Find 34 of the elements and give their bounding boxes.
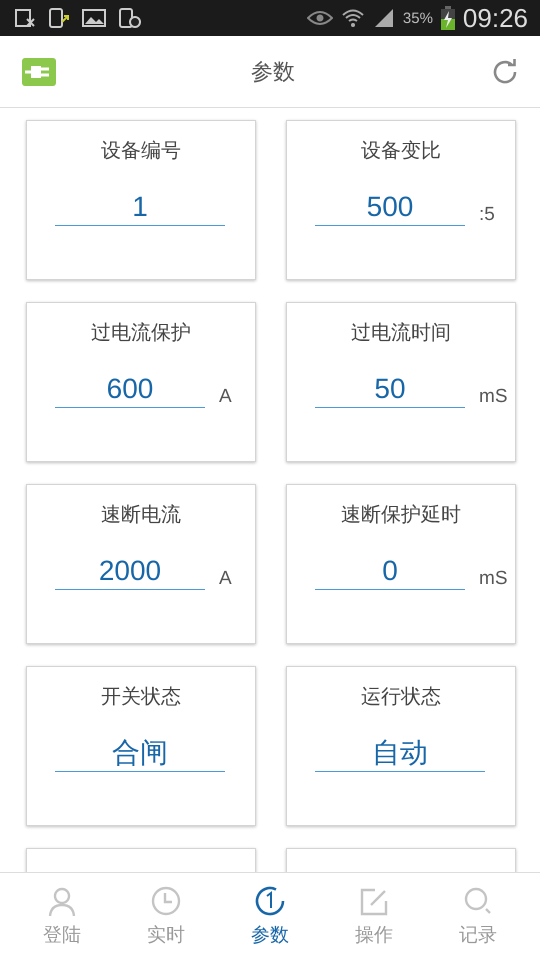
unit-label: :5: [479, 204, 495, 226]
parameter-label: 速断保护延时: [341, 501, 461, 528]
signal-icon: [372, 8, 395, 28]
value-field[interactable]: 50: [315, 373, 465, 408]
wifi-icon: [340, 8, 365, 28]
parameter-label: 过电流时间: [351, 319, 451, 346]
value-field[interactable]: 600: [55, 373, 205, 408]
value-field[interactable]: 合闸: [55, 737, 225, 772]
unit-label: mS: [479, 386, 508, 408]
unit-label: A: [219, 386, 232, 408]
value-field[interactable]: 500: [315, 191, 465, 226]
value-field[interactable]: 0: [315, 555, 465, 590]
unit-label: A: [219, 568, 232, 590]
image-icon: [82, 8, 106, 28]
clock-time: 09:26: [462, 2, 528, 34]
parameter-label: 过电流保护: [91, 319, 191, 346]
screen-title: 参数: [251, 58, 295, 86]
parameter-label: 设备编号: [101, 137, 181, 164]
clock-icon: [151, 886, 181, 918]
number-circle-icon: [255, 886, 285, 918]
battery-charging-icon: [440, 6, 455, 30]
value-field[interactable]: 1: [55, 191, 225, 226]
phone-icon: [48, 8, 70, 28]
eye-icon: [306, 9, 333, 27]
parameter-label: 设备变比: [361, 137, 441, 164]
tab[interactable]: 参数: [230, 886, 310, 948]
parameter-label: 开关状态: [101, 683, 181, 710]
battery-percent: 35%: [402, 10, 433, 26]
parameter-label: 速断电流: [101, 501, 181, 528]
unit-label: mS: [479, 568, 508, 590]
value-field[interactable]: 自动: [315, 737, 485, 772]
parameter-label: 运行状态: [361, 683, 441, 710]
person-icon: [47, 886, 77, 918]
value-field[interactable]: 2000: [55, 555, 205, 590]
